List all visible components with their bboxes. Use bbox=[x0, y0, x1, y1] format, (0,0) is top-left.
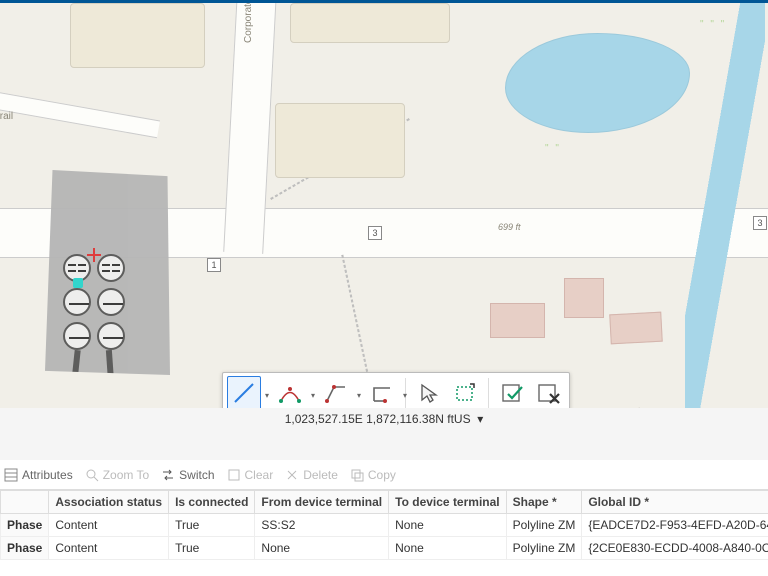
tool-discard[interactable] bbox=[531, 376, 565, 410]
route-marker-1: 1 bbox=[207, 258, 221, 272]
cell-to-dev[interactable]: None bbox=[389, 514, 506, 537]
tool-select-rect[interactable] bbox=[448, 376, 482, 410]
table-header-row: Association status Is connected From dev… bbox=[1, 491, 768, 514]
route-marker-3b: 3 bbox=[753, 216, 767, 230]
row-header: Phase bbox=[1, 537, 49, 560]
selection-indicator bbox=[73, 278, 83, 288]
table-row[interactable]: PhaseContentTrueSS:S2NonePolyline ZM{EAD… bbox=[1, 514, 768, 537]
tool-delete[interactable]: Delete bbox=[285, 468, 338, 482]
device-node[interactable] bbox=[63, 288, 91, 316]
tool-attributes[interactable]: Attributes bbox=[4, 468, 73, 482]
coordinate-readout: 1,023,527.15E 1,872,116.38N ftUS ▾ bbox=[0, 408, 768, 430]
cell-from-dev[interactable]: SS:S2 bbox=[255, 514, 389, 537]
cell-global-id[interactable]: {EADCE7D2-F953-4EFD-A20D-6445E3648959} bbox=[582, 514, 768, 537]
tool-copy[interactable]: Copy bbox=[350, 468, 396, 482]
building bbox=[290, 3, 450, 43]
tool-trace[interactable]: ▾ bbox=[319, 376, 353, 410]
cell-global-id[interactable]: {2CE0E830-ECDD-4008-A840-0C1025E0007C} bbox=[582, 537, 768, 560]
tool-clear[interactable]: Clear bbox=[227, 468, 274, 482]
switch-icon bbox=[161, 468, 175, 482]
delete-icon bbox=[285, 468, 299, 482]
col-association[interactable]: Association status bbox=[49, 491, 169, 514]
col-global-id[interactable]: Global ID * bbox=[582, 491, 768, 514]
map-view[interactable]: " " " " " " " Corporate Ln Trail 1 3 3 6… bbox=[0, 0, 768, 430]
route-marker-3a: 3 bbox=[368, 226, 382, 240]
cell-to-dev[interactable]: None bbox=[389, 537, 506, 560]
device-node[interactable] bbox=[63, 322, 91, 350]
tool-select[interactable] bbox=[412, 376, 446, 410]
cursor-crosshair bbox=[87, 248, 101, 262]
building bbox=[70, 3, 205, 68]
row-header: Phase bbox=[1, 514, 49, 537]
house bbox=[609, 312, 662, 345]
schematic-container[interactable] bbox=[45, 170, 170, 375]
device-node[interactable] bbox=[97, 254, 125, 282]
cell-shape[interactable]: Polyline ZM bbox=[506, 514, 582, 537]
col-to-device[interactable]: To device terminal bbox=[389, 491, 506, 514]
pond bbox=[505, 33, 690, 133]
attributes-table[interactable]: Association status Is connected From dev… bbox=[0, 490, 768, 560]
tool-switch[interactable]: Switch bbox=[161, 468, 214, 482]
zoom-icon bbox=[85, 468, 99, 482]
copy-icon bbox=[350, 468, 364, 482]
col-from-device[interactable]: From device terminal bbox=[255, 491, 389, 514]
tool-right-angle[interactable]: ▾ bbox=[365, 376, 399, 410]
cell-conn[interactable]: True bbox=[169, 514, 255, 537]
device-node[interactable] bbox=[97, 322, 125, 350]
cell-from-dev[interactable]: None bbox=[255, 537, 389, 560]
road-trail bbox=[0, 86, 160, 138]
col-shape[interactable]: Shape * bbox=[506, 491, 582, 514]
grass-decoration: " " bbox=[545, 143, 561, 154]
panel-toolbar: Attributes Zoom To Switch Clear Delete C… bbox=[0, 460, 768, 490]
clear-icon bbox=[227, 468, 241, 482]
tool-finish[interactable] bbox=[495, 376, 529, 410]
cell-assoc[interactable]: Content bbox=[49, 537, 169, 560]
distance-label: 699 ft bbox=[498, 222, 521, 232]
tool-arc[interactable]: ▾ bbox=[273, 376, 307, 410]
tool-line[interactable]: ▾ bbox=[227, 376, 261, 410]
cell-assoc[interactable]: Content bbox=[49, 514, 169, 537]
device-node[interactable] bbox=[97, 288, 125, 316]
col-connected[interactable]: Is connected bbox=[169, 491, 255, 514]
house bbox=[490, 303, 545, 338]
street-label-trail: Trail bbox=[0, 111, 13, 122]
tool-zoom-to[interactable]: Zoom To bbox=[85, 468, 149, 482]
cell-conn[interactable]: True bbox=[169, 537, 255, 560]
attributes-panel: Attributes Zoom To Switch Clear Delete C… bbox=[0, 460, 768, 576]
cell-shape[interactable]: Polyline ZM bbox=[506, 537, 582, 560]
house bbox=[564, 278, 604, 318]
building bbox=[275, 103, 405, 178]
table-row[interactable]: PhaseContentTrueNoneNonePolyline ZM{2CE0… bbox=[1, 537, 768, 560]
street-label-corporate: Corporate Ln bbox=[243, 0, 254, 43]
attributes-icon bbox=[4, 468, 18, 482]
